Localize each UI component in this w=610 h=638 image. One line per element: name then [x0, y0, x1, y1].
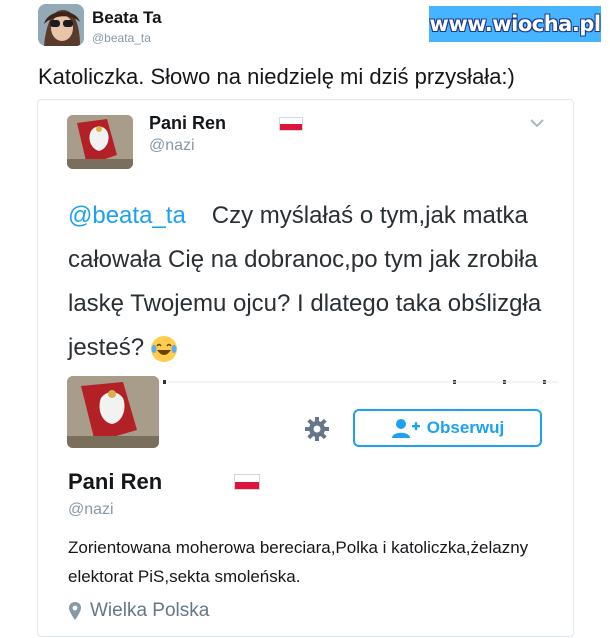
profile-bio: Zorientowana moherowa bereciara,Polka i …	[68, 538, 529, 586]
embedded-screenshot-card: Pani Ren @nazi @beata_ta Czy myślałaś o t…	[37, 99, 574, 637]
mention-link[interactable]: @beata_ta	[68, 202, 186, 229]
tweet-caption: Katoliczka. Słowo na niedzielę mi dziś p…	[38, 64, 515, 89]
embedded-avatar[interactable]	[67, 115, 133, 169]
profile-handle[interactable]: @nazi	[68, 501, 114, 519]
profile-location: Wielka Polska	[68, 600, 209, 622]
chevron-down-icon[interactable]	[529, 116, 545, 134]
tears-of-joy-emoji-icon	[150, 335, 177, 362]
embedded-handle[interactable]: @nazi	[149, 137, 195, 155]
watermark-logo: www.wiocha.pl	[429, 6, 601, 42]
user-name[interactable]: Beata Ta	[92, 8, 162, 28]
location-pin-icon	[69, 602, 81, 620]
poland-flag-icon	[234, 474, 260, 490]
user-handle[interactable]: @beata_ta	[92, 31, 151, 45]
follow-label: Obserwuj	[426, 418, 505, 437]
add-user-icon	[391, 419, 420, 438]
profile-name[interactable]: Pani Ren	[68, 469, 162, 495]
embedded-name[interactable]: Pani Ren	[149, 113, 226, 134]
poland-flag-icon	[279, 117, 303, 131]
user-avatar[interactable]	[38, 4, 84, 46]
profile-avatar[interactable]	[67, 376, 159, 448]
gear-icon[interactable]	[304, 416, 330, 447]
follow-button[interactable]: Obserwuj	[353, 409, 542, 447]
location-label: Wielka Polska	[90, 600, 210, 621]
embedded-tweet-text: @beata_ta Czy myślałaś o tym,jak matka ca…	[68, 194, 568, 370]
